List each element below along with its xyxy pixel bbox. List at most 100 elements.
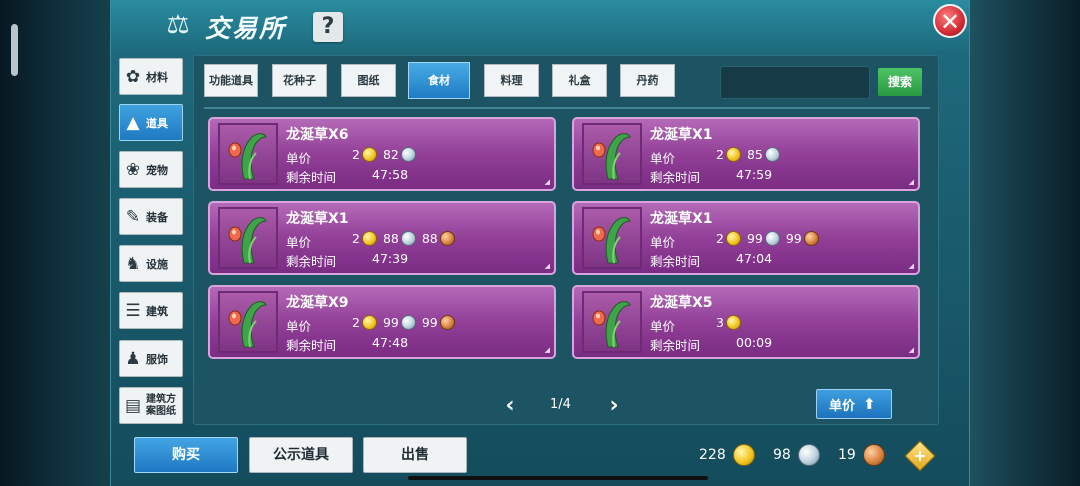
- remaining-time: 47:58: [372, 167, 409, 182]
- expand-corner-icon: ◢: [544, 262, 550, 270]
- silver-coin-icon: [797, 444, 820, 466]
- silver-price: 82: [382, 147, 399, 162]
- listing-card[interactable]: 龙涎草X1 单价 2 85 剩余时间 47:59 ◢: [572, 117, 920, 191]
- category-facilities[interactable]: ♞ 设施: [119, 245, 183, 282]
- price-row: 2 99 99: [350, 315, 459, 330]
- add-currency-button[interactable]: +: [904, 440, 936, 472]
- gold-coin-icon: [725, 231, 741, 246]
- expand-corner-icon: ◢: [544, 178, 550, 186]
- category-equipment[interactable]: ✎ 装备: [119, 198, 183, 235]
- unit-price-label: 单价: [650, 151, 676, 166]
- herb-icon: [582, 291, 642, 353]
- tab-blueprints[interactable]: 图纸: [341, 64, 396, 97]
- category-clothing[interactable]: ♟ 服饰: [119, 340, 183, 377]
- tab-dishes[interactable]: 料理: [484, 64, 539, 97]
- price-row: 3: [714, 315, 745, 330]
- buy-button[interactable]: 购买: [134, 437, 238, 473]
- gold-coin-icon: [725, 315, 741, 330]
- unit-price-label: 单价: [286, 151, 312, 166]
- gold-price: 2: [352, 147, 360, 162]
- price-row: 2 82: [350, 147, 420, 162]
- listing-area: 功能道具 花种子 图纸 食材 料理 礼盒 丹药 搜索 龙涎草X6 单价 2 82 …: [193, 55, 939, 425]
- listing-card[interactable]: 龙涎草X9 单价 2 99 99 剩余时间 47:48 ◢: [208, 285, 556, 359]
- help-button[interactable]: ?: [313, 12, 343, 42]
- copper-price: 88: [421, 231, 438, 246]
- silver-price: 99: [746, 231, 763, 246]
- herb-icon: [218, 291, 278, 353]
- category-buildings[interactable]: ☰ 建筑: [119, 292, 183, 329]
- paw-icon: ❀: [125, 159, 141, 180]
- gold-balance: 228: [699, 444, 759, 466]
- tab-ingredients[interactable]: 食材: [408, 62, 470, 99]
- category-blueprints[interactable]: ▤ 建筑方案图纸: [119, 387, 183, 424]
- search-input[interactable]: [720, 66, 870, 99]
- listing-card[interactable]: 龙涎草X5 单价 3 剩余时间 00:09 ◢: [572, 285, 920, 359]
- item-icon: ▲: [126, 112, 140, 133]
- materials-icon: ✿: [125, 66, 141, 87]
- close-button[interactable]: ✕: [933, 4, 967, 38]
- side-scroll-handle[interactable]: [11, 24, 18, 76]
- tab-gift-boxes[interactable]: 礼盒: [552, 64, 607, 97]
- listing-card[interactable]: 龙涎草X1 单价 2 88 88 剩余时间 47:39 ◢: [208, 201, 556, 275]
- sort-by-price-button[interactable]: 单价 ⬆: [816, 389, 892, 419]
- copper-amount: 19: [838, 447, 856, 463]
- gold-coin-icon: [725, 147, 741, 162]
- silver-price: 85: [746, 147, 763, 162]
- header: ⚖ 交易所 ? ✕: [111, 0, 969, 52]
- item-name: 龙涎草X1: [286, 211, 349, 227]
- category-label: 建筑: [146, 304, 168, 318]
- search-button[interactable]: 搜索: [878, 68, 922, 96]
- gold-coin-icon: [732, 444, 755, 466]
- silver-coin-icon: [400, 147, 416, 162]
- price-row: 2 85: [714, 147, 784, 162]
- silver-amount: 98: [773, 447, 791, 463]
- equipment-icon: ✎: [125, 206, 141, 227]
- gold-price: 2: [716, 147, 724, 162]
- exchange-panel: ⚖ 交易所 ? ✕ ✿ 材料 ▲ 道具 ❀ 宠物 ✎ 装备 ♞ 设施 ☰ 建筑 …: [110, 0, 970, 486]
- item-name: 龙涎草X5: [650, 295, 713, 311]
- gold-price: 2: [716, 231, 724, 246]
- category-items[interactable]: ▲ 道具: [119, 104, 183, 141]
- gold-coin-icon: [361, 147, 377, 162]
- copper-coin-icon: [803, 231, 819, 246]
- tab-function-items[interactable]: 功能道具: [204, 64, 258, 97]
- copper-coin-icon: [439, 231, 455, 246]
- category-pets[interactable]: ❀ 宠物: [119, 151, 183, 188]
- herb-icon: [582, 207, 642, 269]
- silver-coin-icon: [400, 315, 416, 330]
- item-name: 龙涎草X9: [286, 295, 349, 311]
- category-label: 服饰: [146, 352, 168, 366]
- gold-amount: 228: [699, 447, 726, 463]
- item-name: 龙涎草X6: [286, 127, 349, 143]
- remaining-time: 47:59: [736, 167, 773, 182]
- expand-corner-icon: ◢: [544, 346, 550, 354]
- listing-card[interactable]: 龙涎草X1 单价 2 99 99 剩余时间 47:04 ◢: [572, 201, 920, 275]
- remaining-time: 00:09: [736, 335, 773, 350]
- category-label: 道具: [146, 116, 168, 130]
- unit-price-label: 单价: [650, 319, 676, 334]
- remaining-time-label: 剩余时间: [286, 170, 337, 185]
- gold-price: 2: [352, 315, 360, 330]
- page-title: 交易所: [205, 14, 287, 43]
- remaining-time: 47:39: [372, 251, 409, 266]
- herb-icon: [218, 123, 278, 185]
- sell-button[interactable]: 出售: [363, 437, 467, 473]
- remaining-time-label: 剩余时间: [650, 254, 701, 269]
- expand-corner-icon: ◢: [908, 262, 914, 270]
- listing-card[interactable]: 龙涎草X6 单价 2 82 剩余时间 47:58 ◢: [208, 117, 556, 191]
- right-backdrop: [968, 0, 1080, 486]
- item-name: 龙涎草X1: [650, 127, 713, 143]
- silver-balance: 98: [773, 444, 824, 466]
- price-row: 2 99 99: [714, 231, 823, 246]
- remaining-time-label: 剩余时间: [286, 254, 337, 269]
- category-label: 建筑方案图纸: [146, 393, 176, 417]
- public-items-button[interactable]: 公示道具: [249, 437, 353, 473]
- tab-pills[interactable]: 丹药: [620, 64, 675, 97]
- prev-page-button[interactable]: ‹: [500, 394, 520, 418]
- tab-flower-seeds[interactable]: 花种子: [272, 64, 327, 97]
- expand-corner-icon: ◢: [908, 178, 914, 186]
- next-page-button[interactable]: ›: [604, 394, 624, 418]
- price-row: 2 88 88: [350, 231, 459, 246]
- category-materials[interactable]: ✿ 材料: [119, 58, 183, 95]
- item-name: 龙涎草X1: [650, 211, 713, 227]
